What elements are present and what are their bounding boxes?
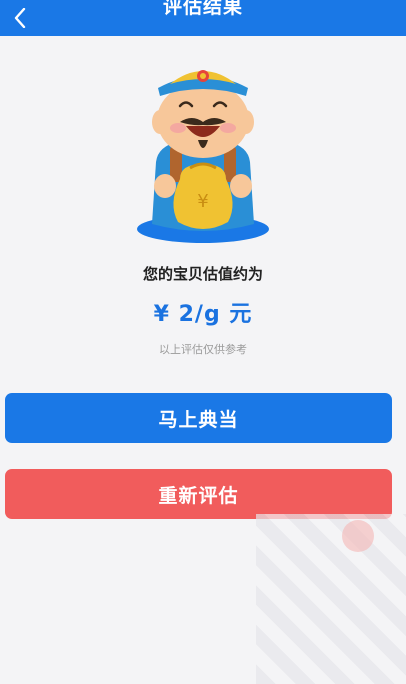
background-decoration-dot [342,520,374,552]
page-title: 评估结果 [162,0,243,18]
valuation-label: 您的宝贝估值约为 [142,265,263,283]
pawn-now-button[interactable]: 马上典当 [5,393,392,443]
reevaluate-button[interactable]: 重新评估 [5,469,392,519]
fortune-god-mascot-icon: ¥ [137,70,269,243]
valuation-disclaimer: 以上评估仅供参考 [159,343,247,356]
top-bar: 评估结果 [0,0,406,36]
svg-text:¥: ¥ [197,191,208,212]
background-decoration [256,514,406,684]
valuation-amount: ¥ 2/g 元 [153,302,253,327]
